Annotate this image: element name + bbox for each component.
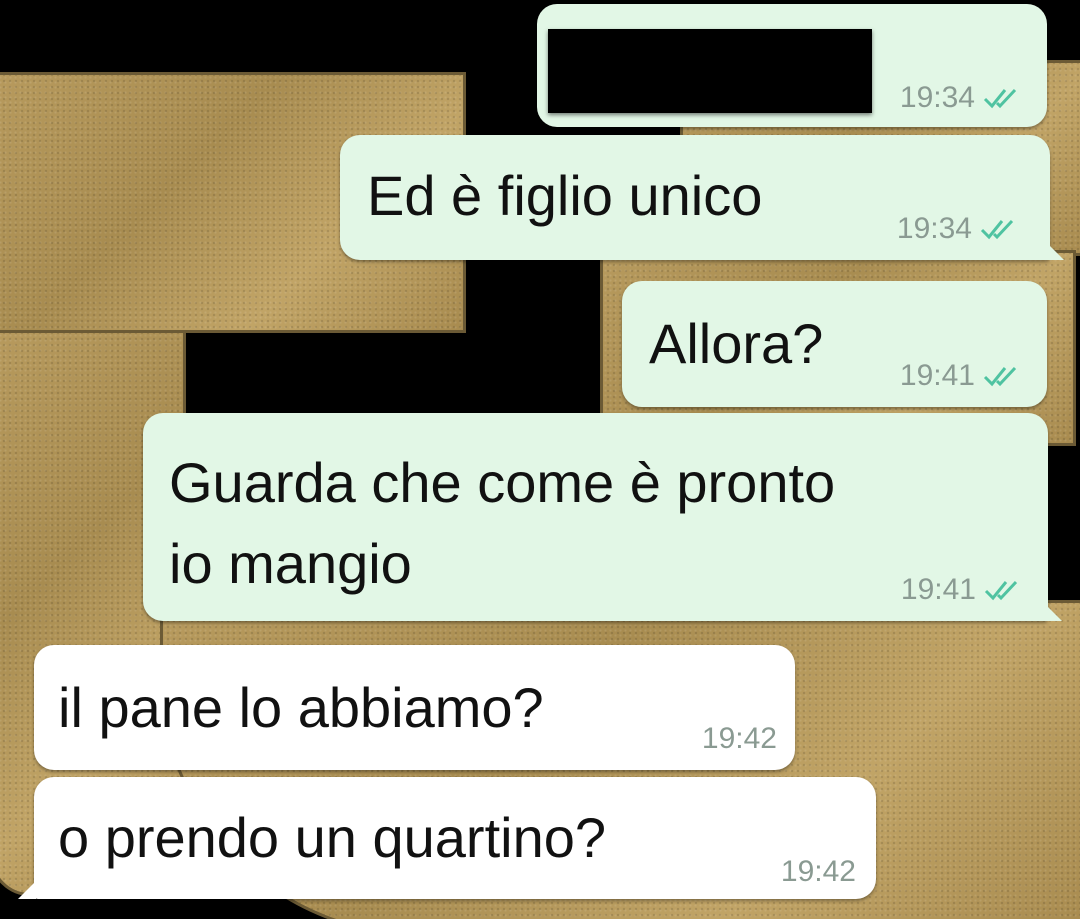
message-text: Allora?	[649, 312, 824, 375]
message-bubble-outgoing[interactable]: Allora? 19:41	[622, 281, 1047, 407]
message-bubble-outgoing[interactable]: 19:34	[537, 4, 1047, 127]
message-bubble-incoming[interactable]: il pane lo abbiamo? 19:42	[34, 645, 795, 770]
message-time: 19:41	[899, 359, 975, 392]
message-bubble-outgoing[interactable]: Ed è figlio unico 19:34	[340, 135, 1050, 260]
message-text: Ed è figlio unico	[367, 164, 763, 227]
message-meta: 19:41	[900, 359, 1025, 393]
bubble-tail	[1044, 603, 1062, 621]
message-meta: 19:34	[900, 81, 1025, 115]
message-text: o prendo un quartino?	[58, 806, 606, 869]
message-time: 19:41	[900, 573, 976, 606]
message-meta: 19:42	[702, 722, 777, 756]
message-time: 19:42	[780, 855, 856, 888]
message-bubble-incoming[interactable]: o prendo un quartino? 19:42	[34, 777, 876, 899]
message-meta: 19:41	[901, 573, 1026, 607]
message-text: il pane lo abbiamo?	[58, 676, 544, 739]
message-bubble-outgoing[interactable]: Guarda che come è pronto io mangio 19:41	[143, 413, 1048, 621]
read-double-check-icon	[984, 580, 1018, 601]
message-time: 19:42	[701, 722, 777, 755]
read-double-check-icon	[983, 366, 1017, 387]
message-meta: 19:34	[897, 212, 1022, 246]
message-time: 19:34	[896, 212, 972, 245]
bubble-tail	[18, 881, 36, 899]
redacted-content	[548, 29, 872, 113]
wallpaper-dark-shape	[215, 334, 465, 412]
message-meta: 19:42	[781, 855, 856, 889]
message-time: 19:34	[899, 81, 975, 114]
read-double-check-icon	[980, 219, 1014, 240]
message-text-line: io mangio	[169, 532, 412, 595]
read-double-check-icon	[983, 88, 1017, 109]
bubble-tail	[1046, 242, 1064, 260]
message-text-line: Guarda che come è pronto	[169, 451, 836, 514]
